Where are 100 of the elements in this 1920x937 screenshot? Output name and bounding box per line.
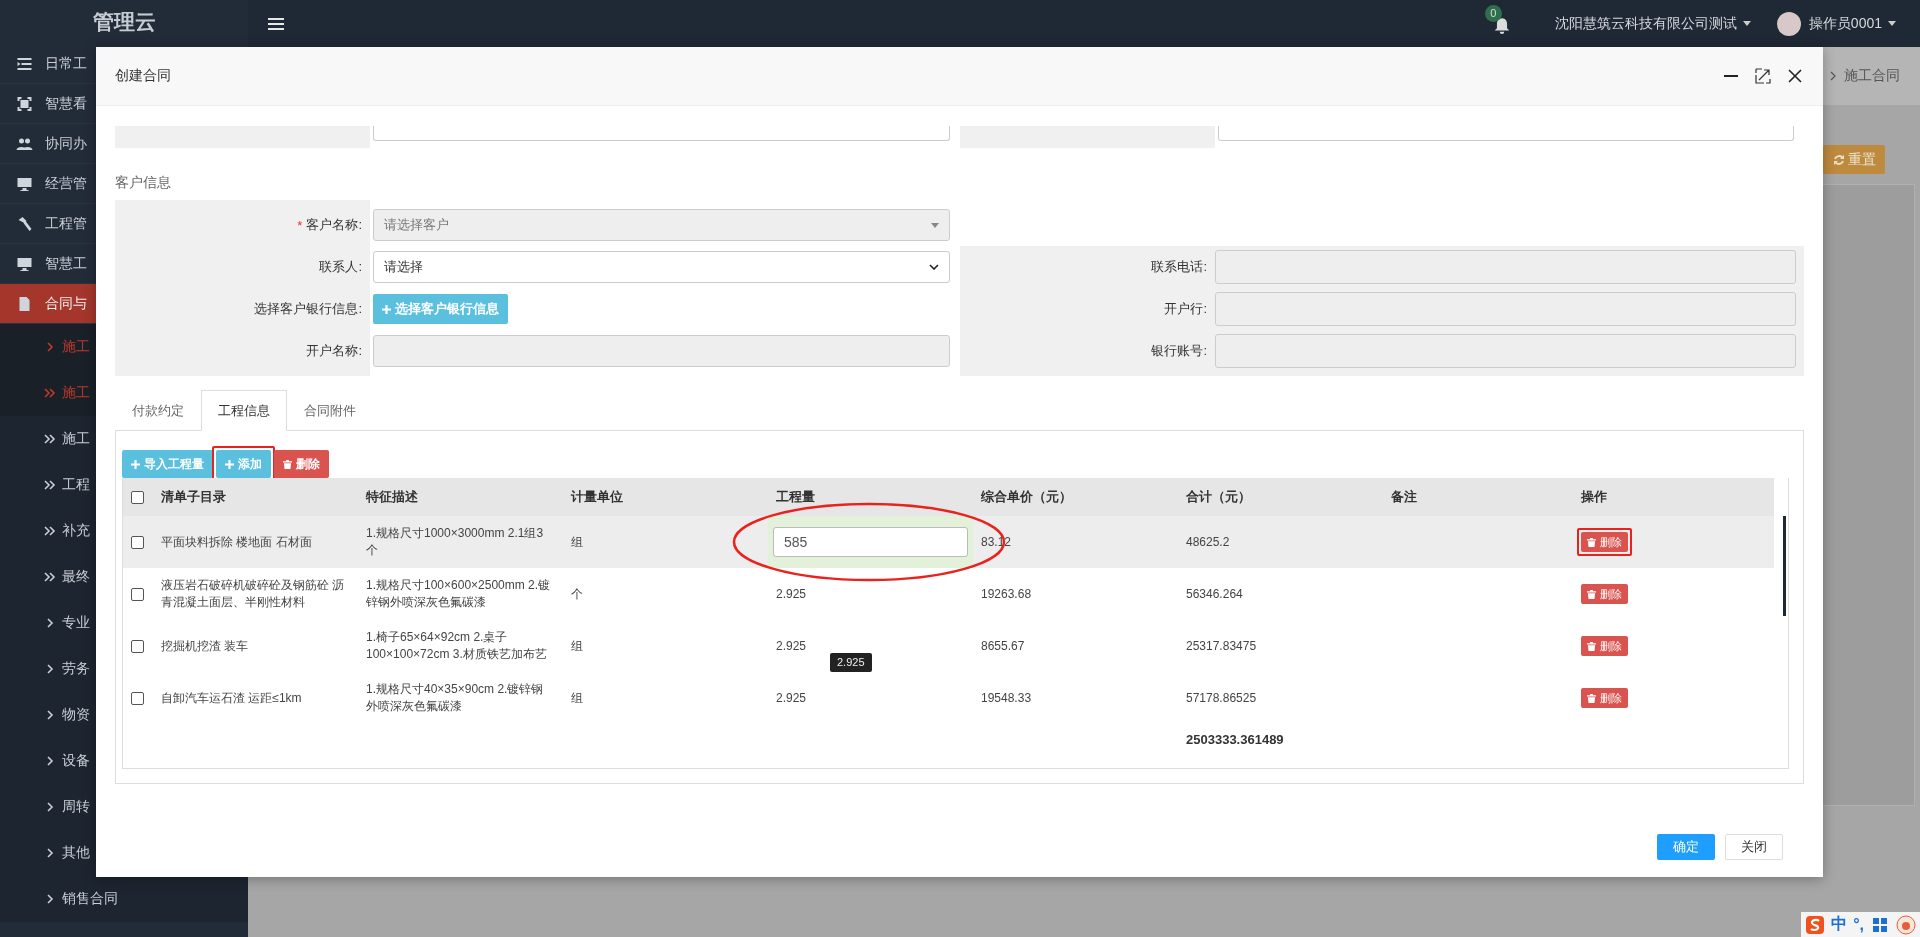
table-cell: 57178.86525: [1186, 689, 1257, 707]
chevron-down-icon: [929, 264, 939, 270]
double-chevron-icon: [44, 526, 56, 536]
close-button[interactable]: 关闭: [1725, 834, 1783, 860]
chevron-icon: [1830, 71, 1836, 81]
field-label: 银行账号:: [1151, 342, 1207, 360]
user-menu[interactable]: 操作员0001: [1808, 14, 1896, 33]
section-title: 客户信息: [115, 174, 172, 192]
caret-icon: [1888, 21, 1896, 26]
maximize-icon[interactable]: [1755, 68, 1771, 84]
checkbox[interactable]: [131, 535, 144, 549]
column-header: 计量单位: [571, 488, 623, 506]
table-cell-text: 液压岩石破碎机破碎砼及钢筋砼 沥青混凝土面层、半刚性材料: [161, 577, 346, 611]
hammer-icon: [16, 215, 33, 232]
chevron-icon: [44, 848, 56, 858]
input-mode[interactable]: 中: [1831, 914, 1848, 935]
mascot-icon[interactable]: [1896, 914, 1916, 935]
table-cell: 19263.68: [981, 585, 1032, 603]
double-chevron-icon: [44, 480, 56, 490]
reset-button[interactable]: 重置: [1823, 145, 1885, 174]
delete-button[interactable]: 删除: [1581, 532, 1628, 552]
table-cell: 25317.83475: [1186, 637, 1257, 655]
double-chevron-icon: [44, 434, 56, 444]
table-row[interactable]: 自卸汽车运石渣 运距≤1km 1.规格尺寸40×35×90cm 2.镀锌钢外喷深灰色氟碳漆 组 2.925 19548.33 57178.86525 删除: [123, 672, 1774, 724]
table-cell: 平面块料拆除 楼地面 石材面: [161, 533, 312, 551]
menu-icon[interactable]: [268, 16, 284, 31]
table-cell: 2.925: [776, 637, 807, 655]
checkbox[interactable]: [131, 691, 144, 705]
notification-badge: 0: [1484, 4, 1502, 22]
chevron-icon: [44, 756, 56, 766]
trash-icon: [1587, 641, 1596, 651]
breadcrumb-item[interactable]: 施工合同: [1844, 67, 1900, 85]
dialog-title: 创建合同: [115, 67, 172, 85]
trash-icon: [283, 459, 292, 469]
checkbox[interactable]: [131, 587, 144, 601]
monitor-icon: [16, 255, 33, 272]
scrollbar[interactable]: [1783, 516, 1786, 616]
sidebar-subitem[interactable]: 销售合同: [0, 876, 248, 922]
delete-button[interactable]: 删除: [274, 450, 329, 478]
plus-icon: [382, 304, 391, 314]
field-label: 客户名称:: [306, 216, 362, 234]
field-label: 开户名称:: [306, 342, 362, 360]
column-header: 工程量: [776, 488, 815, 506]
field-label: 联系电话:: [1151, 258, 1207, 276]
tab[interactable]: 工程信息: [201, 390, 287, 431]
table-cell: 8655.67: [981, 637, 1025, 655]
caret-icon: [931, 222, 939, 228]
column-header: 操作: [1581, 488, 1607, 506]
table-cell: 2.925: [776, 689, 807, 707]
contact-select[interactable]: 请选择: [373, 251, 950, 283]
bell-icon[interactable]: [1492, 16, 1511, 35]
table-cell: 挖掘机挖渣 装车: [161, 637, 249, 655]
table-row[interactable]: 液压岩石破碎机破碎砼及钢筋砼 沥青混凝土面层、半刚性材料 1.规格尺寸100×600×2500mm 2.镀锌钢外喷深灰色氟碳漆 个 2.925 19263.68 56346.264 删除: [123, 568, 1774, 620]
table-cell: 48625.2: [1186, 533, 1230, 551]
delete-button[interactable]: 删除: [1581, 584, 1628, 604]
table-row[interactable]: 挖掘机挖渣 装车 1.椅子65×64×92cm 2.桌子100×100×72cm 3.材质铁艺加布艺 组 2.925 2.925 8655.67 25317.83475 删除: [123, 620, 1774, 672]
column-header: 特征描述: [366, 488, 418, 506]
tab[interactable]: 付款约定: [115, 390, 201, 431]
textarea-field[interactable]: [1218, 126, 1794, 141]
required-mark: *: [297, 217, 303, 233]
trash-icon: [1587, 693, 1596, 703]
caret-icon: [1742, 21, 1751, 26]
company-dropdown[interactable]: 沈阳慧筑云科技有限公司测试: [1554, 14, 1751, 33]
quantity-input[interactable]: 585: [773, 527, 968, 557]
double-chevron-icon: [44, 388, 56, 398]
trash-icon: [1587, 589, 1596, 599]
avatar: [1776, 11, 1801, 36]
table-cell: 2.925: [776, 585, 807, 603]
trash-icon: [1587, 537, 1596, 547]
table-cell-text: 1.规格尺寸40×35×90cm 2.镀锌钢外喷深灰色氟碳漆: [366, 681, 545, 715]
chevron-icon: [44, 618, 56, 628]
table-cell-text: 1.椅子65×64×92cm 2.桌子100×100×72cm 3.材质铁艺加布艺: [366, 629, 548, 663]
checkbox[interactable]: [131, 490, 144, 504]
delete-button[interactable]: 删除: [1581, 688, 1628, 708]
plus-icon: [131, 459, 140, 469]
app-logo: 管理云: [91, 9, 157, 35]
input-method-logo-icon[interactable]: [1805, 914, 1826, 935]
textarea-field[interactable]: [373, 126, 950, 141]
double-chevron-icon: [44, 572, 56, 582]
monitor-icon: [16, 175, 33, 192]
chevron-icon: [44, 342, 56, 352]
plus-icon: [225, 459, 234, 469]
column-header: 综合单价（元）: [981, 488, 1072, 506]
chevron-icon: [44, 710, 56, 720]
table-cell-text: 1.规格尺寸1000×3000mm 2.1组3个: [366, 525, 545, 559]
chevron-icon: [44, 802, 56, 812]
field-label: 开户行:: [1164, 300, 1207, 318]
table-cell-text: 1.规格尺寸100×600×2500mm 2.镀锌钢外喷深灰色氟碳漆: [366, 577, 552, 611]
confirm-button[interactable]: 确定: [1657, 834, 1715, 860]
field-label: 联系人:: [319, 258, 362, 276]
delete-button[interactable]: 删除: [1581, 636, 1628, 656]
close-icon[interactable]: [1787, 68, 1803, 84]
tab[interactable]: 合同附件: [287, 390, 373, 431]
field-label: 选择客户银行信息:: [254, 300, 362, 318]
table-cell: 组: [571, 533, 583, 551]
checkbox[interactable]: [131, 639, 144, 653]
punctuation-mode[interactable]: °,: [1853, 915, 1864, 934]
table-cell: 自卸汽车运石渣 运距≤1km: [161, 689, 302, 707]
table-cell: 组: [571, 637, 583, 655]
table-cell: 个: [571, 585, 583, 603]
